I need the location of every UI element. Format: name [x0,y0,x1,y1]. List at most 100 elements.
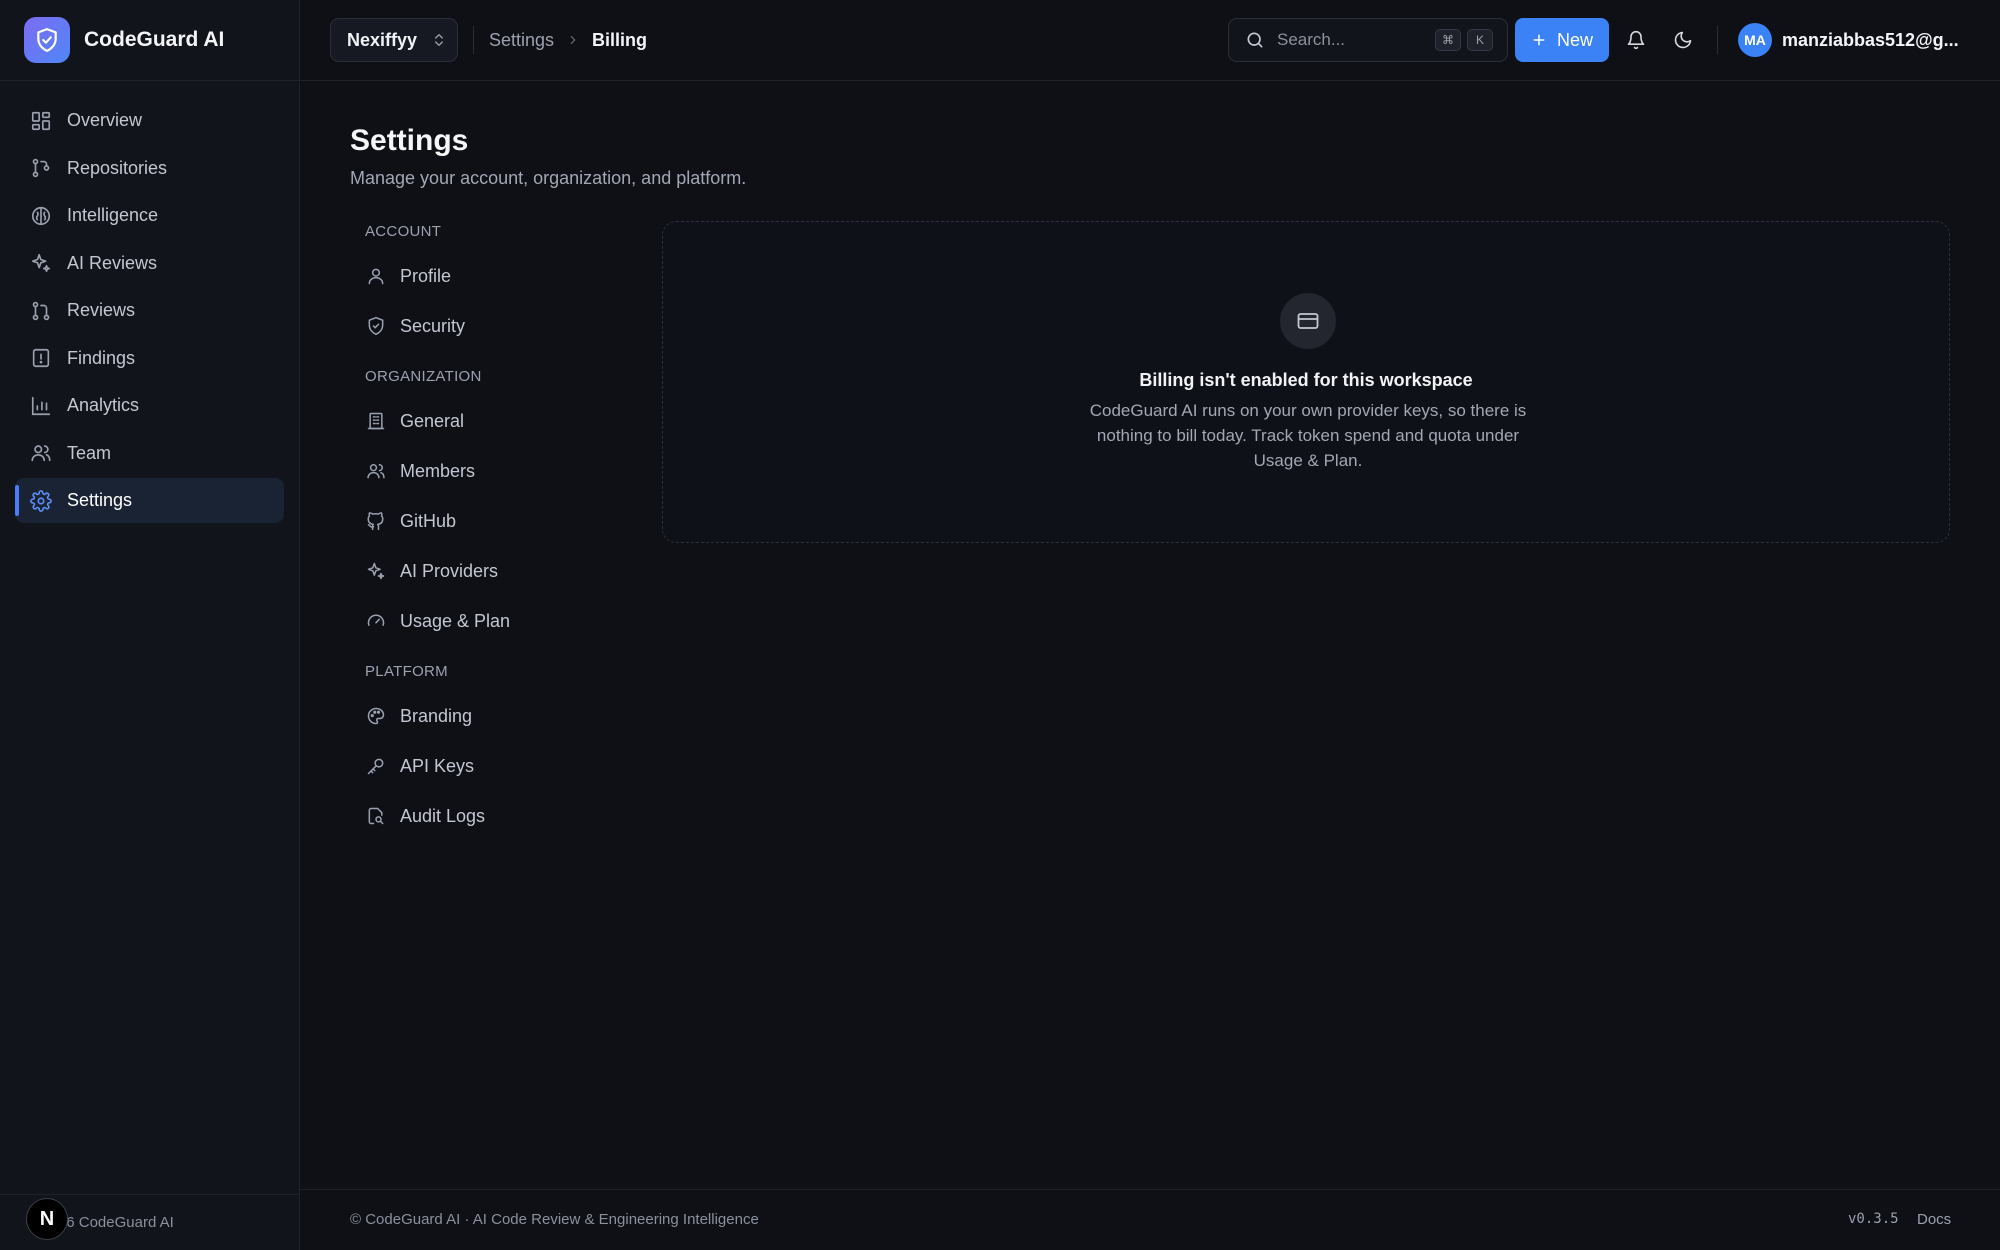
page-footer: © CodeGuard AI · AI Code Review & Engine… [300,1189,2000,1250]
file-search-icon [366,806,386,826]
sidebar-item-label: Findings [67,347,136,368]
header-divider [473,26,474,54]
sidebar-item-label: AI Reviews [67,252,158,273]
settings-item-audit-logs[interactable]: Audit Logs [350,791,610,841]
bell-icon [1626,30,1646,50]
settings-item-label: Usage & Plan [400,610,511,631]
credit-card-icon [1280,293,1336,349]
bar-chart-icon [30,395,52,417]
sidebar-item-label: Analytics [67,395,140,415]
header-divider-right [1717,26,1718,54]
sidebar-item-findings[interactable]: Findings [15,336,284,381]
sidebar-item-analytics[interactable]: Analytics [15,383,284,428]
moon-icon [1673,30,1693,50]
github-icon [366,511,386,531]
brand-name: CodeGuard AI [84,28,225,51]
shortcut-key-cmd: ⌘ [1435,29,1461,51]
plus-icon [1531,32,1547,48]
sidebar-nav: Overview Repositories Intelligence AI Re… [0,81,299,523]
dashboard-icon [30,110,52,132]
user-menu[interactable]: MA manziabbas512@g... [1738,23,1959,57]
settings-item-label: Profile [400,265,452,286]
settings-item-ai-providers[interactable]: AI Providers [350,546,610,596]
search-input[interactable] [1277,30,1427,50]
users-icon [30,442,52,464]
sidebar-item-label: Reviews [67,300,136,320]
settings-item-members[interactable]: Members [350,446,610,496]
sidebar-item-intelligence[interactable]: Intelligence [15,193,284,238]
chevron-right-icon [566,33,580,47]
workspace-switcher[interactable]: Nexiffyy [330,18,458,62]
settings-item-security[interactable]: Security [350,301,610,351]
brand[interactable]: CodeGuard AI [0,0,299,81]
footer-docs-link[interactable]: Docs [1917,1211,1951,1228]
search-shortcut: ⌘ K [1435,29,1493,51]
sparkles-icon [366,561,386,581]
file-alert-icon [30,347,52,369]
settings-section-account: ACCOUNT [365,222,442,240]
shield-check-icon [366,316,386,336]
settings-item-label: AI Providers [400,560,499,581]
new-button-label: New [1556,29,1593,50]
sidebar-item-label: Settings [67,490,133,510]
git-branch-icon [30,157,52,179]
sidebar-item-repositories[interactable]: Repositories [15,146,284,191]
user-icon [366,266,386,286]
footer-copyright: © CodeGuard AI · AI Code Review & Engine… [350,1211,759,1228]
chevrons-up-down-icon [431,32,447,48]
settings-item-usage-plan[interactable]: Usage & Plan [350,596,610,646]
settings-item-api-keys[interactable]: API Keys [350,741,610,791]
top-header: Nexiffyy Settings Billing ⌘ K New [300,0,2000,81]
brain-icon [30,205,52,227]
git-pull-request-icon [30,300,52,322]
sidebar-item-label: Repositories [67,157,168,178]
breadcrumb-billing: Billing [592,29,648,50]
settings-item-github[interactable]: GitHub [350,496,610,546]
settings-section-organization: ORGANIZATION [365,367,482,385]
sparkles-icon [30,252,52,274]
dev-tools-badge[interactable]: N [26,1198,68,1240]
settings-item-label: Branding [400,705,473,726]
settings-item-label: API Keys [400,755,475,776]
new-button[interactable]: New [1515,18,1609,62]
settings-item-general[interactable]: General [350,396,610,446]
search-icon [1245,30,1265,50]
avatar: MA [1738,23,1772,57]
sidebar-item-label: Intelligence [67,205,159,225]
settings-item-branding[interactable]: Branding [350,691,610,741]
billing-empty-state: Billing isn't enabled for this workspace… [662,221,1950,543]
gear-icon [30,489,52,512]
workspace-name: Nexiffyy [347,29,418,50]
key-icon [366,756,386,776]
sidebar-item-reviews[interactable]: Reviews [15,288,284,333]
settings-item-label: General [400,410,465,431]
sidebar-item-ai-reviews[interactable]: AI Reviews [15,241,284,286]
gauge-icon [366,611,386,631]
breadcrumb: Settings Billing [489,30,647,51]
settings-item-label: GitHub [400,510,457,531]
search-box[interactable]: ⌘ K [1228,18,1508,62]
notifications-button[interactable] [1618,22,1654,58]
user-email: manziabbas512@g... [1782,29,1959,50]
sidebar-item-settings[interactable]: Settings [15,478,284,523]
page-title: Settings [350,124,469,157]
breadcrumb-settings[interactable]: Settings [489,30,554,51]
settings-item-label: Audit Logs [400,805,486,826]
page-subtitle: Manage your account, organization, and p… [350,168,747,188]
sidebar-item-team[interactable]: Team [15,431,284,476]
palette-icon [366,706,386,726]
sidebar-item-label: Team [67,442,112,463]
settings-nav: ACCOUNT Profile Security ORGANIZATION Ge… [350,220,610,841]
shield-logo-icon [24,17,70,63]
theme-toggle-button[interactable] [1665,22,1701,58]
settings-item-label: Members [400,460,476,481]
footer-version: v0.3.5 [1848,1211,1899,1227]
settings-item-label: Security [400,315,466,336]
users-icon [366,461,386,481]
settings-item-profile[interactable]: Profile [350,251,610,301]
sidebar-item-overview[interactable]: Overview [15,98,284,143]
billing-description: CodeGuard AI runs on your own provider k… [1089,401,1527,470]
shortcut-key-k: K [1467,29,1493,51]
settings-section-platform: PLATFORM [365,662,448,680]
building-icon [366,411,386,431]
